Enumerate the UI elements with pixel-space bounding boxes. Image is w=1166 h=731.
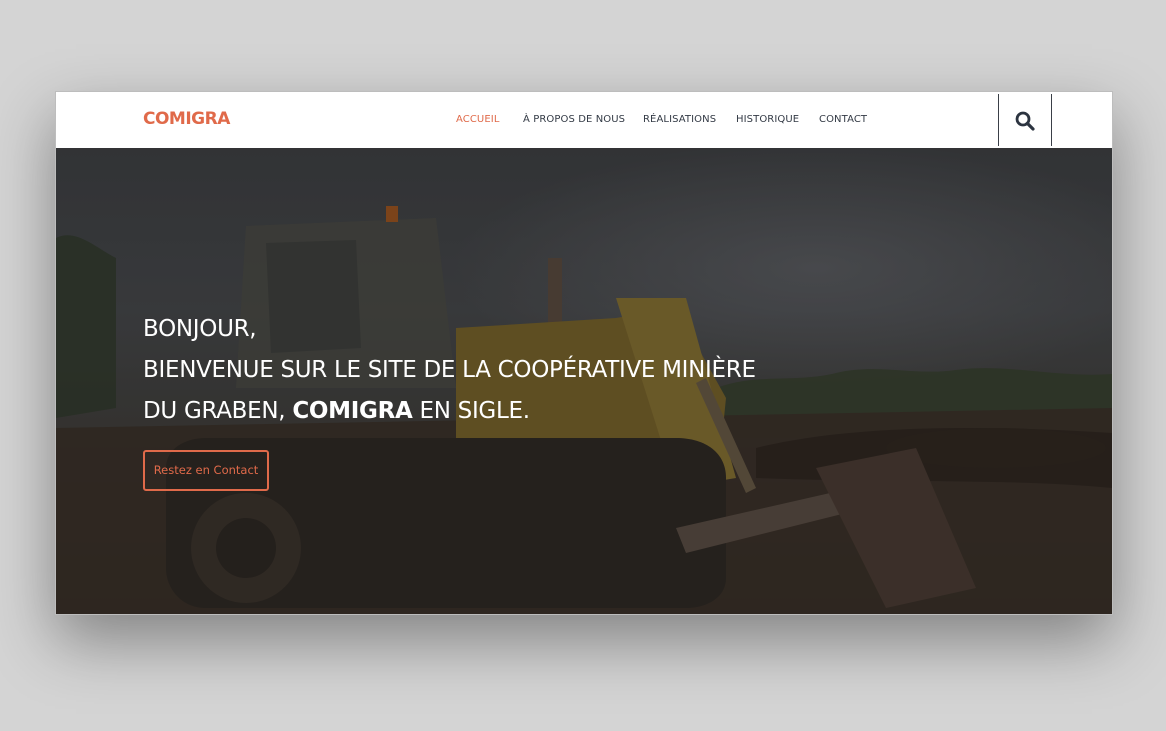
hero-heading: BONJOUR, BIENVENUE SUR LE SITE DE LA COO… [143, 309, 903, 432]
nav-item-realisations[interactable]: RÉALISATIONS [643, 114, 716, 125]
hero-line-2: BIENVENUE SUR LE SITE DE LA COOPÉRATIVE … [143, 357, 756, 383]
hero-section: BONJOUR, BIENVENUE SUR LE SITE DE LA COO… [56, 148, 1112, 614]
hero-line-1: BONJOUR, [143, 316, 257, 342]
browser-viewport: COMIGRA ACCUEIL À PROPOS DE NOUS RÉALISA… [55, 91, 1113, 615]
nav-item-historique[interactable]: HISTORIQUE [736, 114, 799, 125]
nav-item-contact[interactable]: CONTACT [819, 114, 867, 125]
hero-brand-name: COMIGRA [292, 398, 413, 424]
nav-item-a-propos[interactable]: À PROPOS DE NOUS [523, 114, 625, 125]
nav-item-accueil[interactable]: ACCUEIL [456, 114, 500, 125]
search-icon [1015, 111, 1035, 131]
hero-line-3-suffix: EN SIGLE. [412, 398, 530, 424]
hero-line-3: DU GRABEN, COMIGRA EN SIGLE. [143, 391, 903, 432]
contact-cta-button[interactable]: Restez en Contact [143, 450, 269, 491]
navbar: COMIGRA ACCUEIL À PROPOS DE NOUS RÉALISA… [56, 92, 1112, 148]
hero-line-3-prefix: DU GRABEN, [143, 398, 293, 424]
main-nav: ACCUEIL À PROPOS DE NOUS RÉALISATIONS HI… [56, 114, 1112, 130]
search-button[interactable] [998, 94, 1052, 146]
